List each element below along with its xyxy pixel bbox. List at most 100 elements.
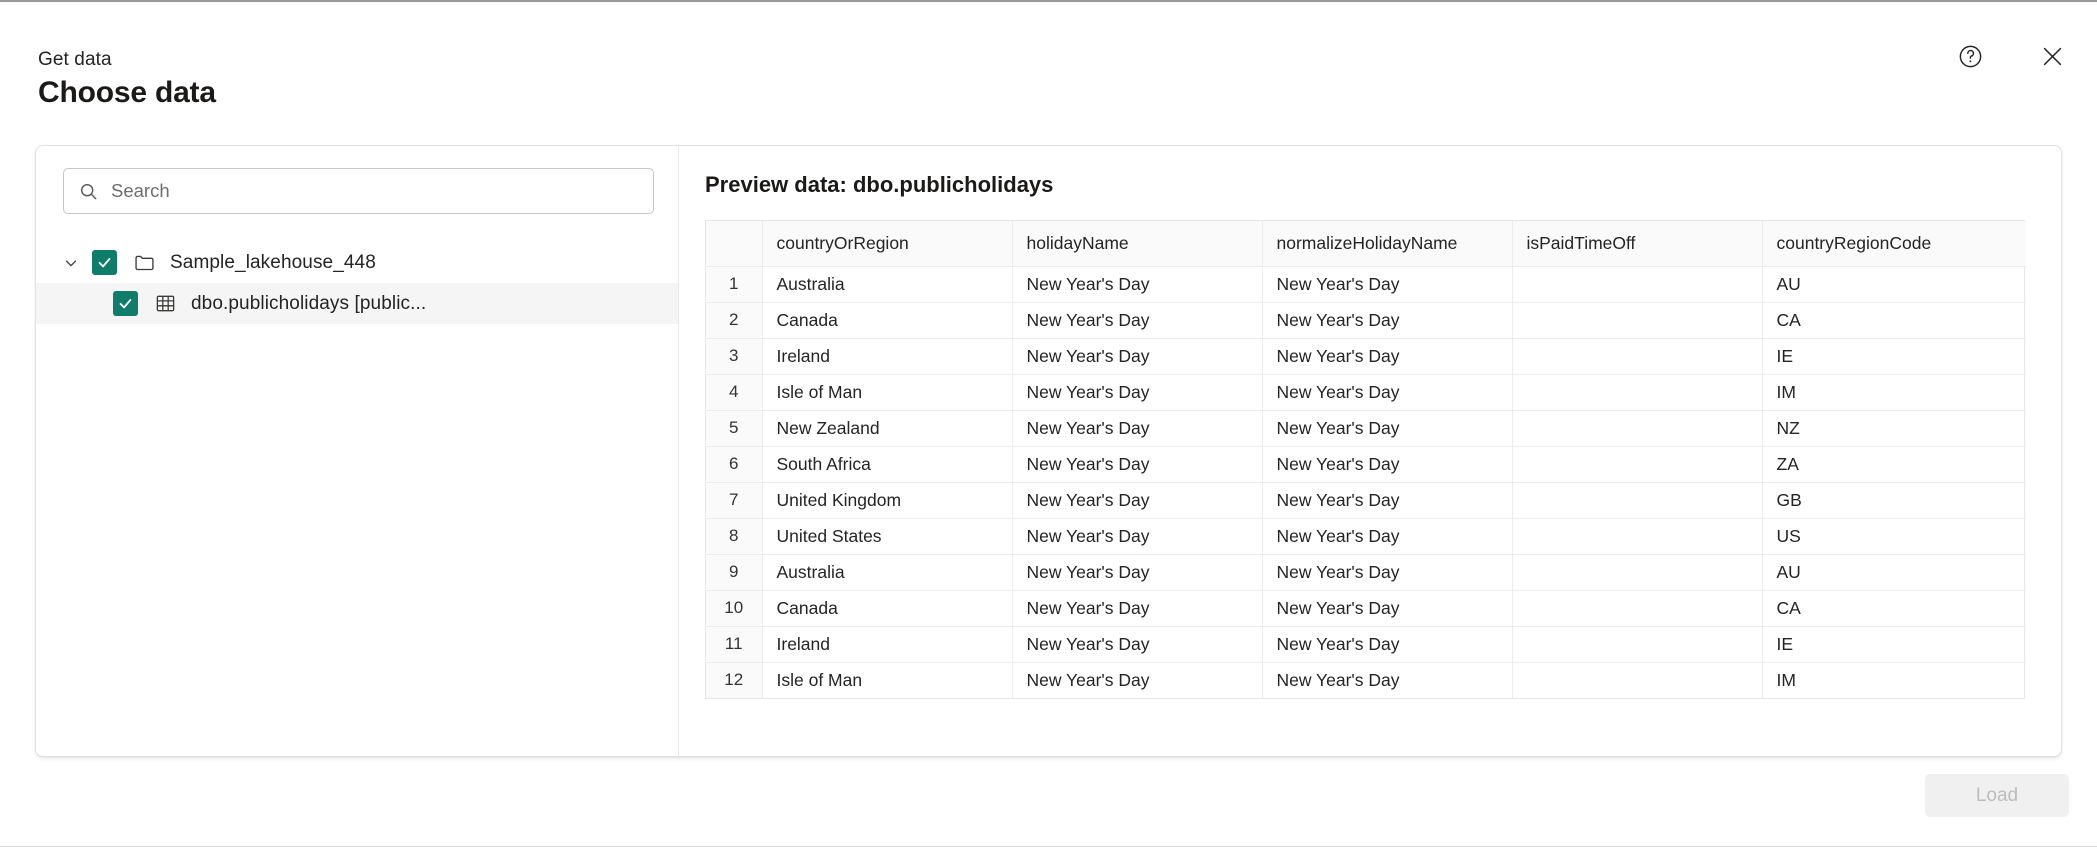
table-row[interactable]: 6 South Africa New Year's Day New Year's Da… bbox=[706, 446, 2026, 483]
table-cell: New Year's Day bbox=[1262, 410, 1513, 447]
table-row[interactable]: 5 New Zealand New Year's Day New Year's Day… bbox=[706, 410, 2026, 447]
close-button[interactable] bbox=[2035, 39, 2069, 73]
table-cell: New Year's Day bbox=[1262, 266, 1513, 303]
table-cell: AU bbox=[1762, 554, 2026, 591]
column-header[interactable]: holidayName bbox=[1012, 221, 1263, 267]
column-header[interactable]: normalizeHolidayName bbox=[1262, 221, 1513, 267]
tree-checkbox-lakehouse[interactable] bbox=[92, 250, 117, 275]
table-cell: Isle of Man bbox=[762, 374, 1013, 411]
table-cell: New Year's Day bbox=[1012, 446, 1263, 483]
grid-body: 1 Australia New Year's Day New Year's Day AU… bbox=[706, 266, 2026, 698]
table-cell bbox=[1512, 626, 1763, 663]
column-header-rownum bbox=[706, 221, 763, 267]
table-cell: New Year's Day bbox=[1012, 626, 1263, 663]
dialog-header-actions bbox=[1953, 39, 2069, 73]
table-cell: New Year's Day bbox=[1262, 374, 1513, 411]
table-cell: New Year's Day bbox=[1012, 662, 1263, 698]
source-tree-pane: Sample_lakehouse_448 bbox=[36, 146, 679, 756]
table-cell: New Year's Day bbox=[1262, 554, 1513, 591]
table-row[interactable]: 4 Isle of Man New Year's Day New Year's Day… bbox=[706, 374, 2026, 411]
table-cell: New Year's Day bbox=[1012, 554, 1263, 591]
table-cell: New Year's Day bbox=[1262, 518, 1513, 555]
preview-title: Preview data: dbo.publicholidays bbox=[705, 172, 1054, 197]
tree-item-dbo-publicholidays[interactable]: dbo.publicholidays [public... bbox=[36, 283, 678, 324]
row-number: 2 bbox=[706, 302, 763, 339]
preview-pane: Preview data: dbo.publicholidays country… bbox=[679, 146, 2061, 756]
table-row[interactable]: 8 United States New Year's Day New Year's D… bbox=[706, 518, 2026, 555]
table-row[interactable]: 1 Australia New Year's Day New Year's Day AU bbox=[706, 266, 2026, 303]
page-title: Choose data bbox=[38, 76, 216, 109]
row-number: 8 bbox=[706, 518, 763, 555]
table-cell bbox=[1512, 338, 1763, 375]
table-cell: New Year's Day bbox=[1012, 482, 1263, 519]
row-number: 6 bbox=[706, 446, 763, 483]
table-icon bbox=[152, 291, 178, 317]
row-number: 10 bbox=[706, 590, 763, 627]
table-cell: New Year's Day bbox=[1262, 446, 1513, 483]
table-cell bbox=[1512, 446, 1763, 483]
dialog-eyebrow: Get data bbox=[38, 49, 112, 70]
table-cell: Ireland bbox=[762, 626, 1013, 663]
column-header[interactable]: countryOrRegion bbox=[762, 221, 1013, 267]
folder-icon bbox=[131, 250, 157, 276]
table-cell: New Year's Day bbox=[1262, 662, 1513, 698]
table-cell bbox=[1512, 662, 1763, 698]
search-icon bbox=[78, 181, 99, 202]
table-cell: New Year's Day bbox=[1012, 266, 1263, 303]
tree-item-sample-lakehouse[interactable]: Sample_lakehouse_448 bbox=[36, 242, 678, 283]
table-cell bbox=[1512, 590, 1763, 627]
table-cell: New Year's Day bbox=[1012, 374, 1263, 411]
row-number: 12 bbox=[706, 662, 763, 698]
table-cell: New Year's Day bbox=[1262, 590, 1513, 627]
table-cell: United States bbox=[762, 518, 1013, 555]
table-cell: Australia bbox=[762, 266, 1013, 303]
table-cell: New Year's Day bbox=[1012, 302, 1263, 339]
table-row[interactable]: 10 Canada New Year's Day New Year's Day CA bbox=[706, 590, 2026, 627]
row-number: 3 bbox=[706, 338, 763, 375]
table-cell: IE bbox=[1762, 626, 2026, 663]
tree-checkbox-publicholidays[interactable] bbox=[113, 291, 138, 316]
search-box[interactable] bbox=[63, 168, 654, 214]
table-cell: AU bbox=[1762, 266, 2026, 303]
table-cell: ZA bbox=[1762, 446, 2026, 483]
table-cell: New Year's Day bbox=[1012, 518, 1263, 555]
grid-header-row: countryOrRegion holidayName normalizeHol… bbox=[706, 221, 2026, 267]
table-cell: IM bbox=[1776, 669, 1796, 690]
table-cell: United Kingdom bbox=[762, 482, 1013, 519]
table-cell: New Year's Day bbox=[1012, 410, 1263, 447]
dialog-footer: Load bbox=[0, 764, 2097, 847]
get-data-dialog: Get data Choose data Search Sample_lakeh… bbox=[0, 2, 2097, 847]
table-cell: NZ bbox=[1762, 410, 2026, 447]
table-cell: IE bbox=[1762, 338, 2026, 375]
search-input[interactable] bbox=[111, 180, 641, 202]
table-cell bbox=[1512, 266, 1763, 303]
row-number: 5 bbox=[706, 410, 763, 447]
preview-data-grid: countryOrRegion holidayName normalizeHol… bbox=[706, 221, 2026, 698]
table-row[interactable]: 9 Australia New Year's Day New Year's Day AU bbox=[706, 554, 2026, 591]
table-cell bbox=[1512, 302, 1763, 339]
table-cell: New Year's Day bbox=[1262, 482, 1513, 519]
row-number: 1 bbox=[706, 266, 763, 303]
table-cell bbox=[1512, 482, 1763, 519]
table-row[interactable]: 11 Ireland New Year's Day New Year's Day IE bbox=[706, 626, 2026, 663]
column-header[interactable]: isPaidTimeOff bbox=[1512, 221, 1763, 267]
table-cell bbox=[1512, 374, 1763, 411]
table-cell: US bbox=[1762, 518, 2026, 555]
table-row[interactable]: 7 United Kingdom New Year's Day New Year's … bbox=[706, 482, 2026, 519]
close-icon bbox=[2039, 43, 2066, 70]
table-cell: Ireland bbox=[762, 338, 1013, 375]
chevron-down-icon[interactable] bbox=[58, 250, 84, 276]
table-row[interactable]: 12 Isle of Man New Year's Day New Year's Da… bbox=[706, 662, 2026, 698]
table-cell: New Year's Day bbox=[1262, 302, 1513, 339]
table-cell: Canada bbox=[762, 302, 1013, 339]
tree-item-label: Sample_lakehouse_448 bbox=[170, 251, 376, 273]
load-button[interactable]: Load bbox=[1925, 774, 2069, 817]
table-row[interactable]: 2 Canada New Year's Day New Year's Day CA bbox=[706, 302, 2026, 339]
row-number: 11 bbox=[706, 626, 763, 663]
help-button[interactable] bbox=[1953, 39, 1987, 73]
table-cell bbox=[1512, 554, 1763, 591]
row-number: 9 bbox=[706, 554, 763, 591]
table-cell bbox=[1512, 410, 1763, 447]
table-row[interactable]: 3 Ireland New Year's Day New Year's Day IE bbox=[706, 338, 2026, 375]
column-header[interactable]: countryRegionCode bbox=[1762, 221, 2026, 267]
